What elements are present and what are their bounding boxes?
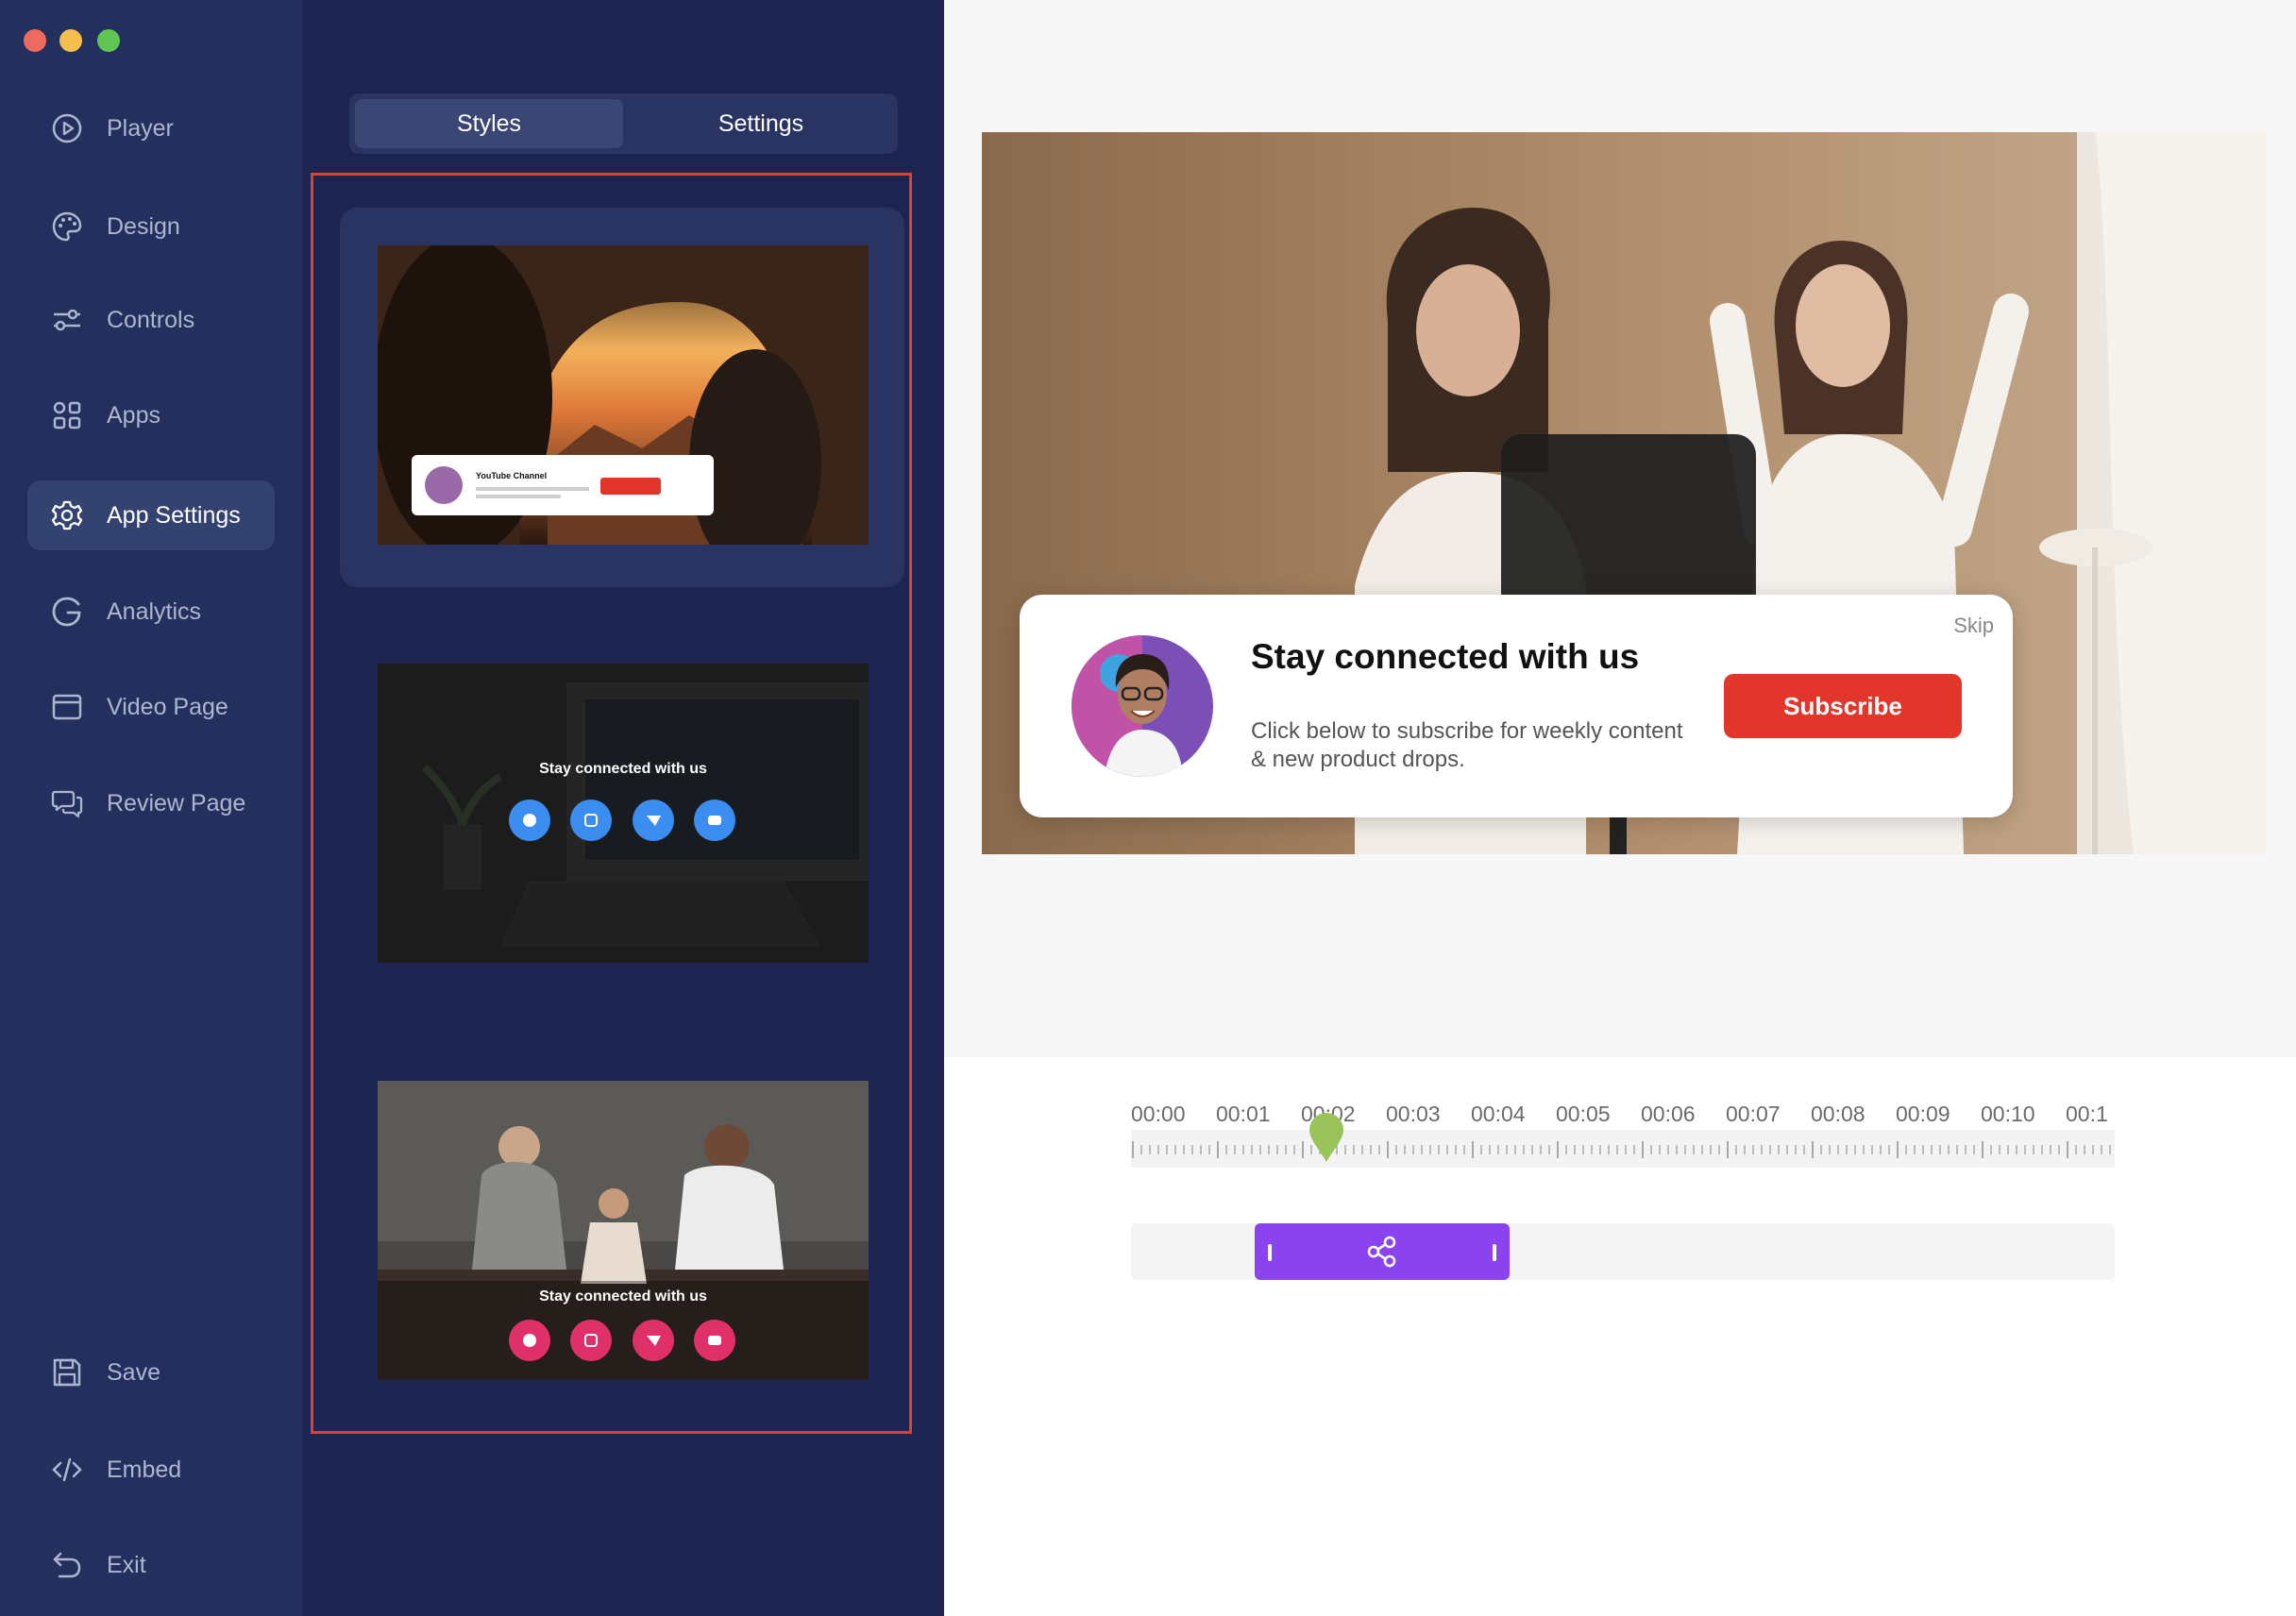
nav-item-label: App Settings <box>107 501 241 529</box>
nav-item-exit[interactable]: Exit <box>27 1530 275 1600</box>
style-card-social-blue[interactable]: Stay connected with us <box>378 664 869 963</box>
timeline-tick-label: 00:10 <box>1981 1102 2035 1126</box>
chat-bubbles-icon <box>27 786 107 820</box>
browser-window-icon <box>27 690 107 724</box>
playhead-marker[interactable] <box>1308 1111 1345 1169</box>
nav-item-label: Design <box>107 212 180 240</box>
nav-item-label: Player <box>107 114 174 142</box>
subscribe-button-label: Subscribe <box>1783 691 1902 720</box>
nav-item-analytics[interactable]: Analytics <box>27 577 275 647</box>
nav-item-app-settings[interactable]: App Settings <box>27 480 275 550</box>
subscribe-popup: Stay connected with us Click below to su… <box>1020 595 2013 817</box>
nav-item-label: Apps <box>107 401 160 429</box>
nav-item-design[interactable]: Design <box>27 192 275 261</box>
style-card-social-pink[interactable]: Stay connected with us <box>378 1081 869 1380</box>
timeline-tick-label: 00:00 <box>1131 1102 1186 1126</box>
nav-item-review-page[interactable]: Review Page <box>27 768 275 838</box>
timeline-tick-label: 00:04 <box>1471 1102 1526 1126</box>
window-zoom-button[interactable] <box>97 29 120 52</box>
timeline-tick-label: 00:1 <box>2066 1102 2108 1126</box>
nav-item-label: Review Page <box>107 789 246 816</box>
subscribe-button[interactable]: Subscribe <box>1724 674 1962 738</box>
sliders-icon <box>27 303 107 337</box>
nav-item-label: Exit <box>107 1551 146 1578</box>
popup-title: Stay connected with us <box>1251 637 1640 676</box>
timeline-tick-label: 00:01 <box>1216 1102 1271 1126</box>
floppy-disk-icon <box>27 1355 107 1389</box>
clip-start-handle[interactable] <box>1267 1244 1272 1261</box>
nav-item-label: Controls <box>107 306 195 333</box>
share-icon <box>1365 1235 1399 1273</box>
code-icon <box>27 1453 107 1487</box>
panel-tabs: Styles Settings <box>349 93 898 154</box>
timeline-tick-label: 00:03 <box>1386 1102 1441 1126</box>
nav-item-embed[interactable]: Embed <box>27 1435 275 1505</box>
analytics-g-icon <box>27 595 107 629</box>
nav-item-label: Save <box>107 1358 160 1386</box>
nav-item-apps[interactable]: Apps <box>27 380 275 450</box>
clip-end-handle[interactable] <box>1492 1244 1496 1261</box>
skip-button[interactable]: Skip <box>1953 614 1994 638</box>
timeline-ruler[interactable] <box>1131 1130 2115 1168</box>
sidebar-nav: Player Design Controls Apps App Settings… <box>0 0 302 1616</box>
timeline-tick-label: 00:09 <box>1896 1102 1950 1126</box>
timeline-tick-label: 00:05 <box>1556 1102 1611 1126</box>
apps-grid-icon <box>27 398 107 432</box>
style-thumbnail-family: Stay connected with us <box>378 1081 869 1380</box>
nav-item-player[interactable]: Player <box>27 93 275 163</box>
style-card-youtube-channel[interactable]: YouTube Channel <box>378 245 869 545</box>
tab-label: Styles <box>456 109 522 137</box>
nav-item-controls[interactable]: Controls <box>27 285 275 355</box>
timeline-tick-label: 00:07 <box>1726 1102 1781 1126</box>
style-thumbnail-desert-arch: YouTube Channel <box>378 245 869 545</box>
window-minimize-button[interactable] <box>59 29 82 52</box>
popup-description: Click below to subscribe for weekly cont… <box>1251 718 1683 772</box>
timeline-tick-label: 00:06 <box>1641 1102 1696 1126</box>
tab-settings[interactable]: Settings <box>629 99 893 148</box>
nav-item-label: Embed <box>107 1456 182 1483</box>
share-app-clip[interactable] <box>1254 1223 1510 1280</box>
style-card-caption: Stay connected with us <box>539 761 707 777</box>
style-card-caption: Stay connected with us <box>539 1288 707 1305</box>
tab-styles[interactable]: Styles <box>355 99 623 148</box>
nav-item-video-page[interactable]: Video Page <box>27 672 275 742</box>
style-thumbnail-desk: Stay connected with us <box>378 664 869 963</box>
avatar <box>1072 635 1213 777</box>
gear-icon <box>27 498 107 532</box>
tab-label: Settings <box>718 109 804 137</box>
window-close-button[interactable] <box>24 29 46 52</box>
palette-icon <box>27 210 107 244</box>
nav-item-save[interactable]: Save <box>27 1338 275 1407</box>
nav-item-label: Analytics <box>107 598 202 625</box>
nav-item-label: Video Page <box>107 693 228 720</box>
exit-arrow-icon <box>27 1548 107 1582</box>
play-circle-icon <box>27 111 107 145</box>
timeline-tick-label: 00:08 <box>1811 1102 1866 1126</box>
style-card-caption: YouTube Channel <box>476 471 547 480</box>
